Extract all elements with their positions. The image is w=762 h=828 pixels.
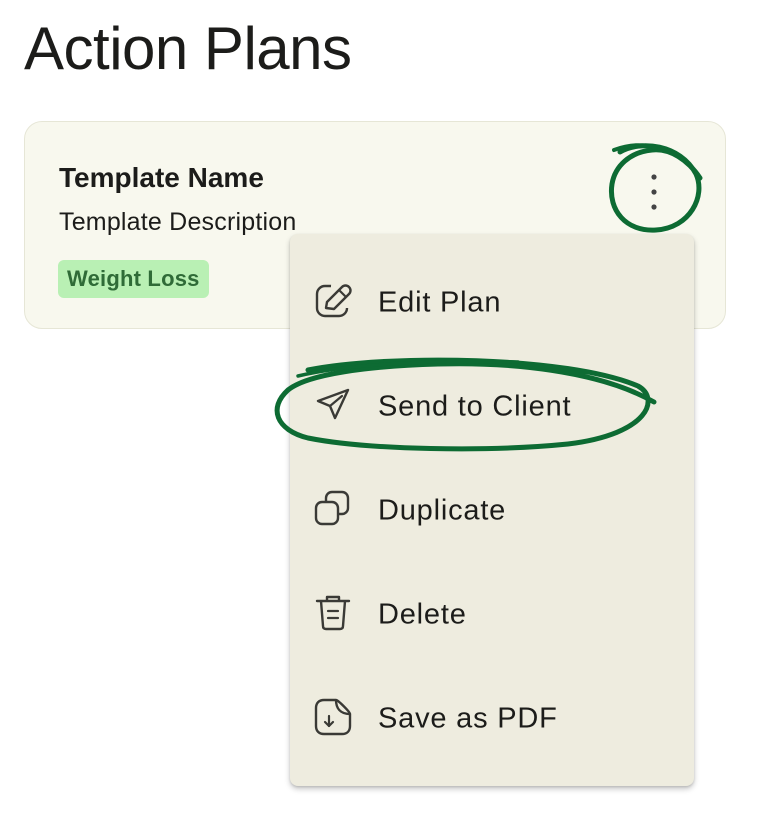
- duplicate-icon: [314, 490, 350, 526]
- more-options-button[interactable]: [610, 146, 698, 234]
- category-tag: Weight Loss: [58, 260, 209, 298]
- trash-icon: [315, 595, 351, 631]
- menu-item-label: Delete: [378, 598, 467, 631]
- context-menu: Edit Plan Send to Client Duplicate Delet…: [290, 234, 694, 786]
- menu-item-save-as-pdf[interactable]: Save as PDF: [290, 667, 694, 771]
- more-vertical-icon: [651, 174, 657, 210]
- template-description: Template Description: [59, 208, 297, 236]
- template-name: Template Name: [59, 162, 264, 193]
- menu-item-label: Save as PDF: [378, 702, 558, 735]
- menu-item-duplicate[interactable]: Duplicate: [290, 459, 694, 563]
- menu-item-label: Duplicate: [378, 494, 507, 527]
- edit-icon: [315, 280, 354, 318]
- send-icon: [316, 388, 350, 420]
- file-download-icon: [314, 698, 352, 736]
- menu-item-send-to-client[interactable]: Send to Client: [290, 355, 694, 459]
- menu-item-label: Send to Client: [378, 390, 572, 423]
- page-title: Action Plans: [24, 15, 352, 82]
- page: Action Plans Template Name Template Desc…: [0, 0, 762, 828]
- menu-item-label: Edit Plan: [378, 286, 502, 319]
- menu-item-delete[interactable]: Delete: [290, 563, 694, 667]
- menu-item-edit-plan[interactable]: Edit Plan: [290, 251, 694, 355]
